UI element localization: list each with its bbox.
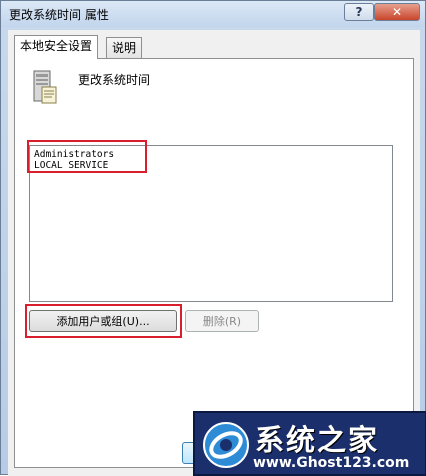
watermark-banner: 系统之家 www.Ghost123.com <box>193 411 426 476</box>
help-button[interactable]: ? <box>344 3 374 21</box>
tab-explain[interactable]: 说明 <box>106 37 143 59</box>
add-user-or-group-button[interactable]: 添加用户或组(U)... <box>29 310 177 332</box>
close-icon: ✕ <box>391 5 403 19</box>
title-bar[interactable]: 更改系统时间 属性 ? ✕ <box>1 1 425 27</box>
policy-title: 更改系统时间 <box>78 73 151 87</box>
watermark-title: 系统之家 <box>255 423 380 457</box>
help-icon: ? <box>355 5 363 19</box>
list-item[interactable]: Administrators <box>31 149 114 160</box>
remove-button[interactable]: 删除(R) <box>185 310 259 332</box>
tab-panel: 更改系统时间 Administrators LOCAL SERVICE 添加用户… <box>14 58 414 468</box>
list-item[interactable]: LOCAL SERVICE <box>31 160 114 171</box>
watermark-logo-icon <box>203 422 249 468</box>
server-policy-icon <box>33 70 57 104</box>
accounts-listbox[interactable]: Administrators LOCAL SERVICE <box>29 145 393 302</box>
tab-local-security-setting[interactable]: 本地安全设置 <box>14 35 99 59</box>
close-button[interactable]: ✕ <box>374 3 420 21</box>
properties-window: 更改系统时间 属性 ? ✕ 本地安全设置 说明 更改系统时间 Administr… <box>0 0 426 476</box>
dialog-client-area: 本地安全设置 说明 更改系统时间 Administrators LOCAL SE… <box>8 30 420 476</box>
window-title: 更改系统时间 属性 <box>9 8 109 22</box>
watermark-url: www.Ghost123.com <box>253 455 410 471</box>
